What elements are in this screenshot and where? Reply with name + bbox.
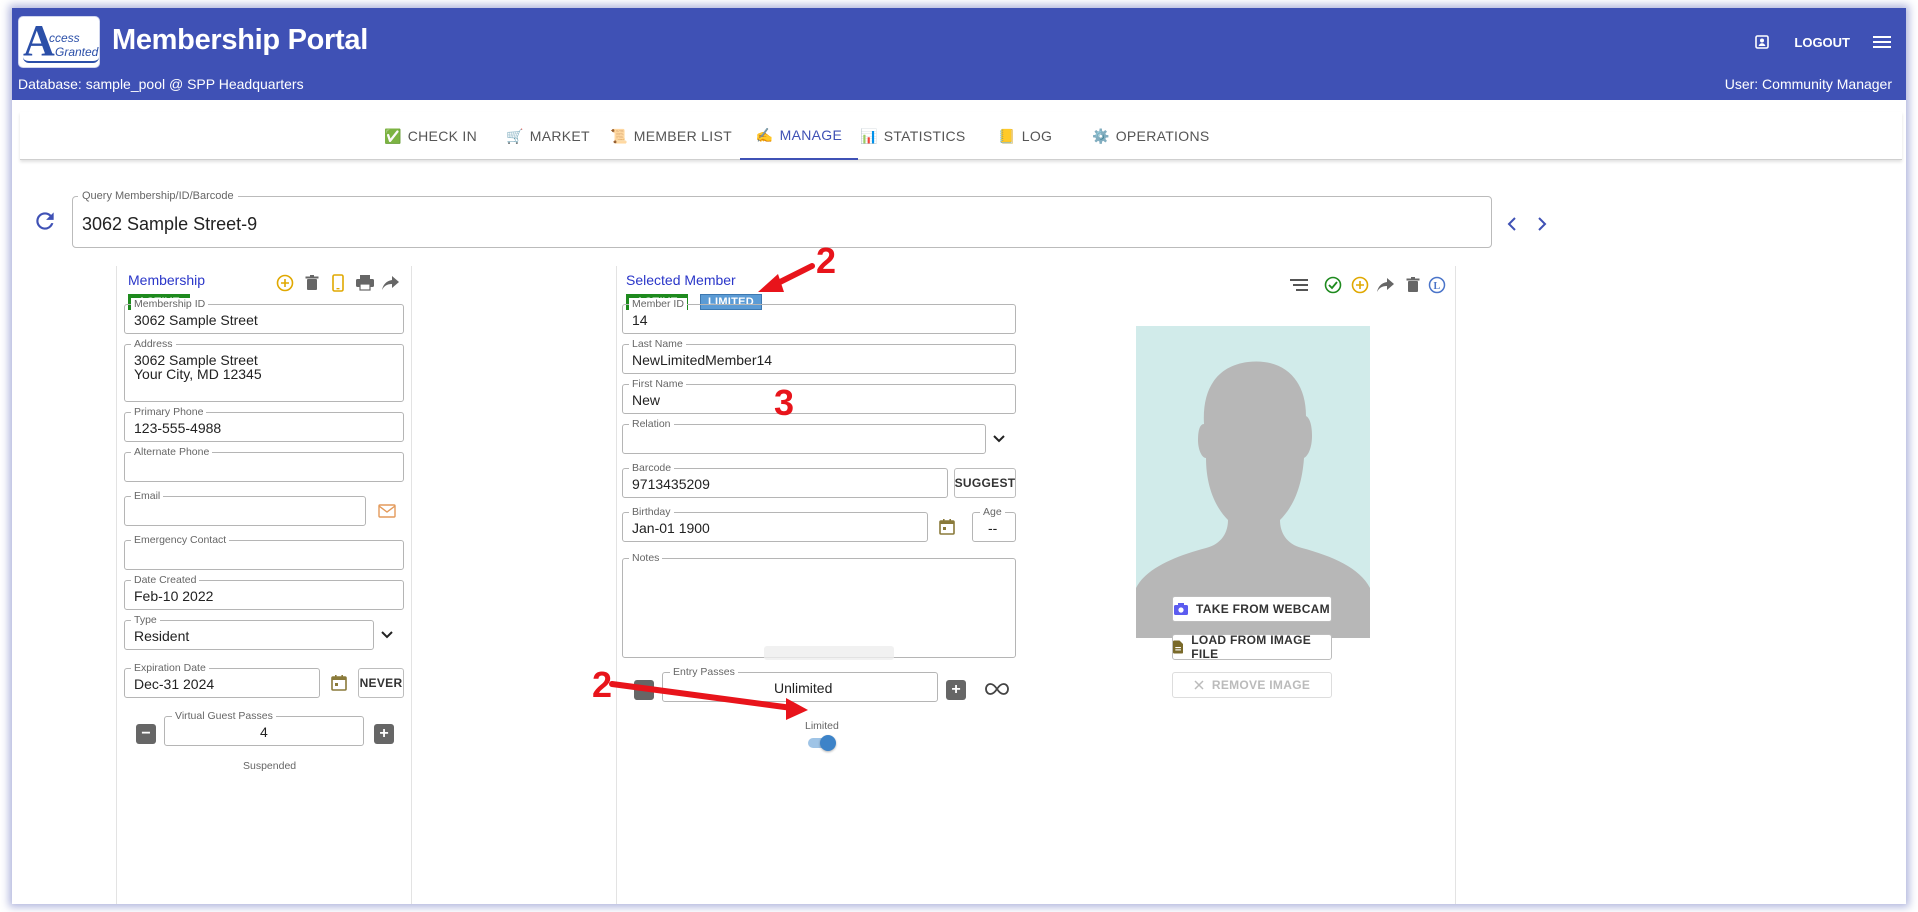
- annotation-number-2-bottom: 2: [592, 664, 613, 705]
- app-window: A ccess Granted Membership Portal Databa…: [12, 8, 1906, 904]
- annotation-number-2-top: 2: [816, 240, 837, 281]
- annotation-overlay: [609, 263, 815, 720]
- annotation-number-3: 3: [774, 382, 795, 423]
